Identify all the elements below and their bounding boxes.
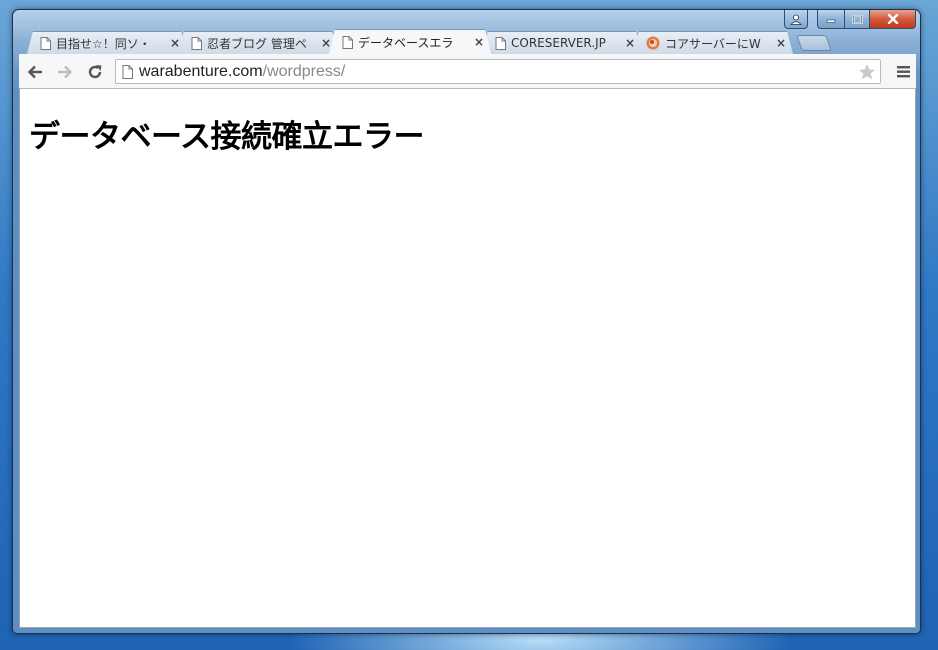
page-icon	[122, 64, 133, 79]
tab-4[interactable]: コアサーバーにW ×	[633, 31, 793, 54]
tab-close-icon[interactable]: ×	[775, 37, 787, 49]
tab-close-icon[interactable]: ×	[320, 37, 332, 49]
back-arrow-icon	[27, 65, 42, 79]
user-icon	[790, 14, 802, 25]
tab-title: データベースエラ	[358, 35, 454, 50]
tab-3[interactable]: CORESERVER.JP ×	[482, 31, 642, 54]
page-content: データベース接続確立エラー	[19, 89, 916, 628]
toolbar: warabenture.com/wordpress/	[19, 54, 916, 89]
reload-button[interactable]	[85, 62, 105, 82]
tab-title: 忍者ブログ 管理ペ	[207, 36, 307, 51]
page-icon	[191, 37, 202, 50]
browser-window: 目指せ☆！同ソ・ × 忍者ブログ 管理ペ × データベースエラ × CORESE…	[12, 9, 921, 634]
tab-0[interactable]: 目指せ☆！同ソ・ ×	[27, 31, 187, 54]
tab-1[interactable]: 忍者ブログ 管理ペ ×	[178, 31, 338, 54]
tab-2-active[interactable]: データベースエラ ×	[329, 29, 491, 54]
new-tab-button[interactable]	[796, 35, 832, 51]
page-icon	[40, 37, 51, 50]
window-controls	[817, 10, 916, 29]
profile-button[interactable]	[784, 10, 808, 29]
url-text: warabenture.com/wordpress/	[139, 63, 345, 81]
minimize-icon	[826, 19, 836, 23]
page-icon	[342, 36, 353, 49]
forward-button[interactable]	[55, 62, 75, 82]
tab-strip: 目指せ☆！同ソ・ × 忍者ブログ 管理ペ × データベースエラ × CORESE…	[23, 29, 832, 54]
coreserver-favicon	[646, 36, 660, 50]
tab-title: コアサーバーにW	[665, 36, 761, 51]
forward-arrow-icon	[58, 65, 73, 79]
url-domain: warabenture.com	[139, 62, 263, 80]
close-icon	[887, 14, 898, 24]
back-button[interactable]	[25, 62, 45, 82]
page-icon	[495, 37, 506, 50]
address-bar[interactable]: warabenture.com/wordpress/	[115, 59, 881, 84]
tab-close-icon[interactable]: ×	[169, 37, 181, 49]
reload-icon	[88, 65, 102, 79]
maximize-button[interactable]	[844, 10, 870, 29]
page-heading: データベース接続確立エラー	[29, 119, 424, 155]
minimize-button[interactable]	[817, 10, 844, 29]
bookmark-star-icon[interactable]	[858, 63, 876, 81]
tab-title: CORESERVER.JP	[511, 36, 606, 50]
tab-close-icon[interactable]: ×	[473, 36, 485, 48]
tab-title: 目指せ☆！同ソ・	[56, 36, 151, 51]
restore-icon	[852, 14, 862, 24]
tab-close-icon[interactable]: ×	[624, 37, 636, 49]
menu-icon[interactable]	[896, 64, 912, 80]
close-window-button[interactable]	[870, 10, 916, 29]
url-path: /wordpress/	[262, 62, 346, 80]
